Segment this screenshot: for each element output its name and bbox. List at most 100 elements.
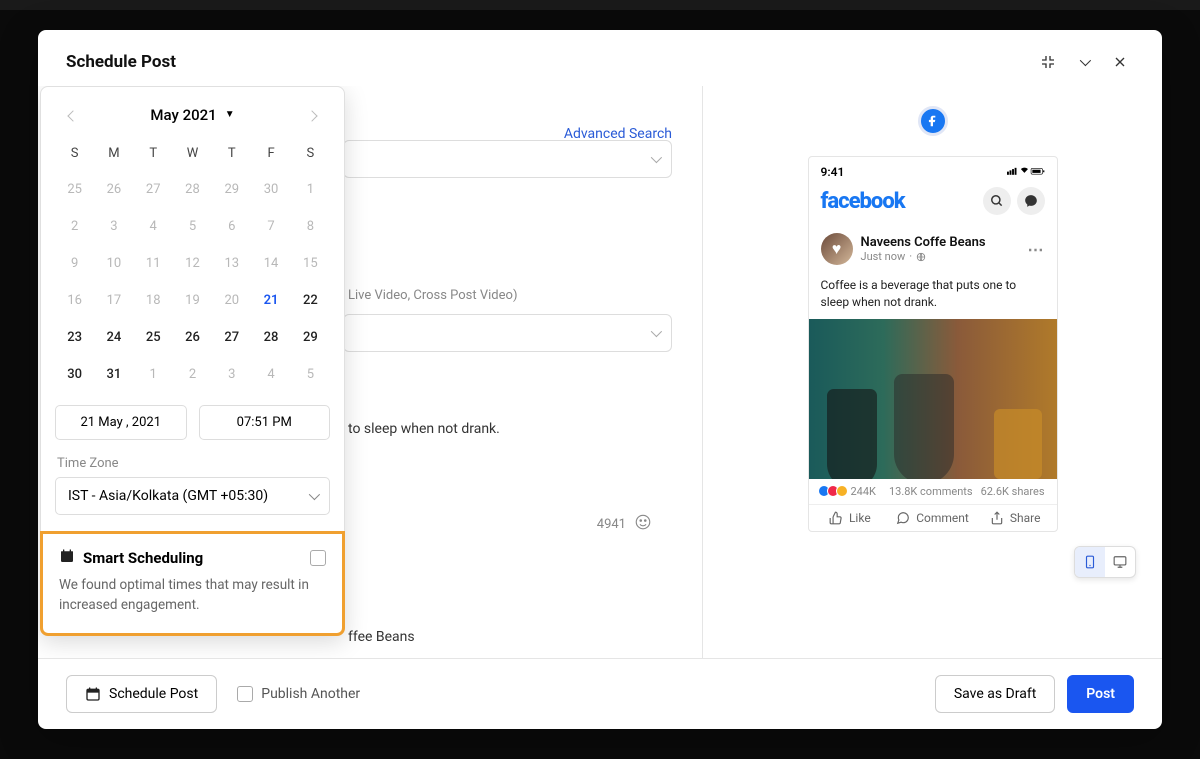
post-button[interactable]: Post <box>1067 675 1134 713</box>
emoji-icon[interactable] <box>634 513 652 535</box>
cal-day[interactable]: 19 <box>173 282 212 319</box>
comment-button[interactable]: Comment <box>891 511 974 525</box>
cal-day[interactable]: 16 <box>55 282 94 319</box>
cal-day[interactable]: 5 <box>291 356 330 393</box>
cal-day[interactable]: 28 <box>173 171 212 208</box>
cal-day[interactable]: 20 <box>212 282 251 319</box>
collapse-icon[interactable] <box>1034 48 1062 76</box>
avatar: ♥ <box>821 233 853 265</box>
cal-day[interactable]: 29 <box>291 319 330 356</box>
cal-day[interactable]: 18 <box>134 282 173 319</box>
share-button[interactable]: Share <box>974 511 1057 525</box>
post-text: Coffee is a beverage that puts one to sl… <box>809 273 1057 319</box>
expand-dropdown-icon[interactable] <box>1070 48 1098 76</box>
cal-day[interactable]: 3 <box>94 208 133 245</box>
cal-day[interactable]: 4 <box>134 208 173 245</box>
publish-another-checkbox[interactable]: Publish Another <box>237 686 360 702</box>
cal-day[interactable]: 29 <box>212 171 251 208</box>
post-type-select[interactable] <box>343 314 672 352</box>
cal-day[interactable]: 8 <box>291 208 330 245</box>
facebook-logo: facebook <box>821 189 905 214</box>
cal-dow: T <box>134 136 173 171</box>
cal-day[interactable]: 26 <box>94 171 133 208</box>
video-hint: Live Video, Cross Post Video) <box>348 288 517 303</box>
cal-day[interactable]: 23 <box>55 319 94 356</box>
cal-day[interactable]: 17 <box>94 282 133 319</box>
cal-day[interactable]: 11 <box>134 245 173 282</box>
facebook-badge-icon <box>918 106 948 136</box>
timezone-value: IST - Asia/Kolkata (GMT +05:30) <box>68 488 268 504</box>
cal-day[interactable]: 15 <box>291 245 330 282</box>
close-icon[interactable] <box>1106 48 1134 76</box>
smart-scheduling-panel: Smart Scheduling We found optimal times … <box>40 531 345 636</box>
content-text-fragment: to sleep when not drank. <box>348 421 500 437</box>
cal-day[interactable]: 25 <box>55 171 94 208</box>
month-prev[interactable] <box>63 105 83 124</box>
cal-day[interactable]: 1 <box>134 356 173 393</box>
cal-day[interactable]: 9 <box>55 245 94 282</box>
account-select[interactable] <box>343 140 672 178</box>
timezone-select[interactable]: IST - Asia/Kolkata (GMT +05:30) <box>55 477 330 515</box>
smart-scheduling-title: Smart Scheduling <box>83 549 203 567</box>
cal-dow: F <box>251 136 290 171</box>
date-input[interactable]: 21 May , 2021 <box>55 405 187 440</box>
cal-day[interactable]: 3 <box>212 356 251 393</box>
device-switcher <box>1074 546 1136 578</box>
share-count: 62.6K shares <box>981 485 1045 498</box>
post-menu-icon[interactable]: ⋯ <box>1028 240 1045 259</box>
messenger-icon[interactable] <box>1017 187 1045 215</box>
cal-day[interactable]: 27 <box>134 171 173 208</box>
smart-scheduling-checkbox[interactable] <box>310 550 326 566</box>
cal-day[interactable]: 5 <box>173 208 212 245</box>
cal-day[interactable]: 30 <box>251 171 290 208</box>
smart-scheduling-desc: We found optimal times that may result i… <box>59 576 326 615</box>
calendar-grid: SMTWTFS252627282930123456789101112131415… <box>41 132 344 405</box>
status-clock: 9:41 <box>821 165 845 179</box>
cal-day[interactable]: 2 <box>55 208 94 245</box>
reaction-count: 244K <box>821 485 876 498</box>
status-icons <box>1007 165 1045 179</box>
post-image <box>809 319 1057 479</box>
cal-day[interactable]: 28 <box>251 319 290 356</box>
month-label[interactable]: May 2021 ▼ <box>150 106 234 124</box>
cal-day[interactable]: 22 <box>291 282 330 319</box>
cal-day[interactable]: 26 <box>173 319 212 356</box>
char-count-value: 4941 <box>597 517 626 532</box>
comment-count: 13.8K comments <box>889 485 973 498</box>
phone-preview: 9:41 facebook ♥ <box>808 156 1058 532</box>
cal-dow: T <box>212 136 251 171</box>
cal-day[interactable]: 6 <box>212 208 251 245</box>
cal-day[interactable]: 10 <box>94 245 133 282</box>
modal-footer: Schedule Post Publish Another Save as Dr… <box>38 658 1162 729</box>
calendar-icon <box>59 548 75 568</box>
cal-day[interactable]: 4 <box>251 356 290 393</box>
cal-dow: M <box>94 136 133 171</box>
cal-day[interactable]: 13 <box>212 245 251 282</box>
month-next[interactable] <box>302 105 322 124</box>
cal-day[interactable]: 14 <box>251 245 290 282</box>
cal-day[interactable]: 24 <box>94 319 133 356</box>
cal-day[interactable]: 1 <box>291 171 330 208</box>
cal-day[interactable]: 12 <box>173 245 212 282</box>
save-draft-button[interactable]: Save as Draft <box>935 675 1055 713</box>
cal-day[interactable]: 31 <box>94 356 133 393</box>
cal-day[interactable]: 21 <box>251 282 290 319</box>
desktop-view-button[interactable] <box>1105 547 1135 577</box>
timezone-label: Time Zone <box>41 456 344 477</box>
cal-dow: S <box>291 136 330 171</box>
like-button[interactable]: Like <box>809 511 892 525</box>
cal-day[interactable]: 25 <box>134 319 173 356</box>
search-icon[interactable] <box>983 187 1011 215</box>
cal-dow: W <box>173 136 212 171</box>
cal-day[interactable]: 30 <box>55 356 94 393</box>
post-page-name: Naveens Coffe Beans <box>861 235 986 250</box>
month-text: May 2021 <box>150 106 216 124</box>
mobile-view-button[interactable] <box>1075 547 1105 577</box>
schedule-post-modal: Schedule Post Advanced Search Live Video… <box>38 30 1162 729</box>
time-input[interactable]: 07:51 PM <box>199 405 331 440</box>
cal-day[interactable]: 7 <box>251 208 290 245</box>
schedule-post-button[interactable]: Schedule Post <box>66 675 217 713</box>
cal-dow: S <box>55 136 94 171</box>
cal-day[interactable]: 27 <box>212 319 251 356</box>
cal-day[interactable]: 2 <box>173 356 212 393</box>
